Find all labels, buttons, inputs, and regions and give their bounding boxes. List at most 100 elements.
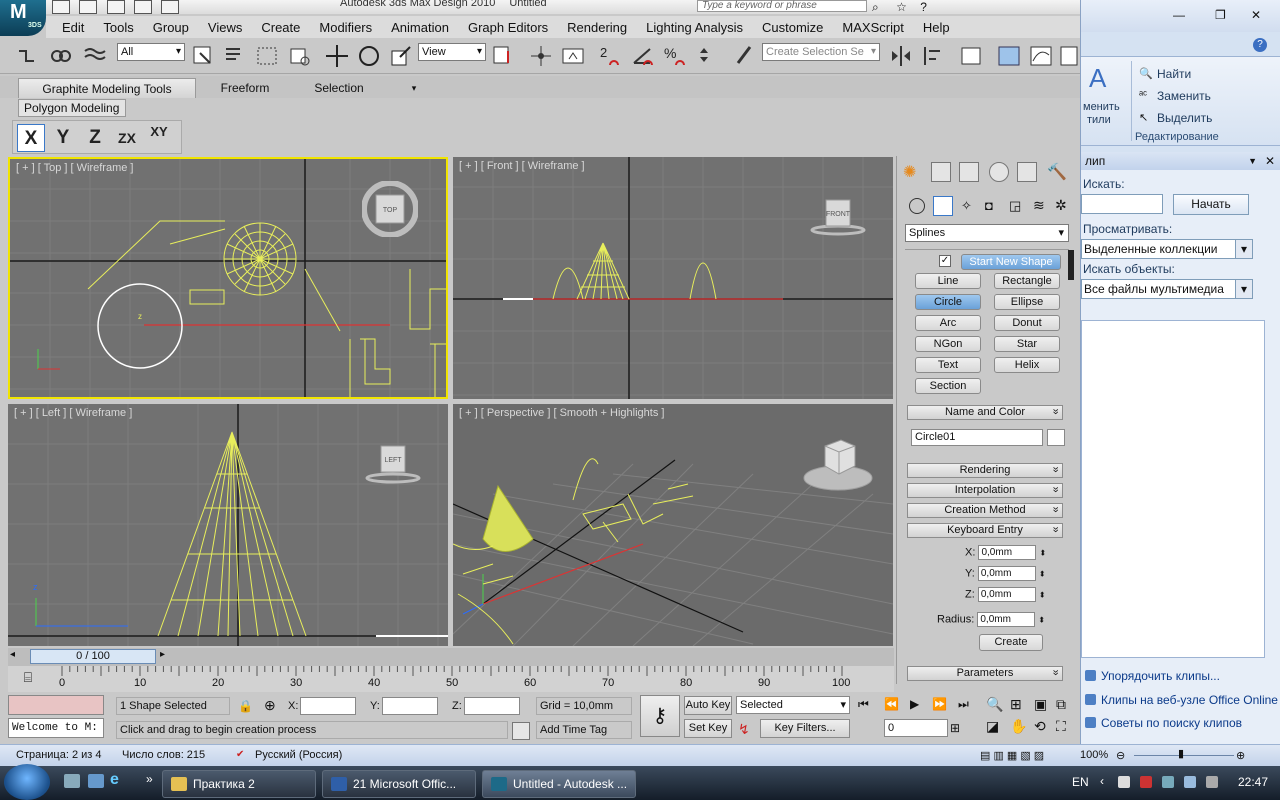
start-button[interactable] xyxy=(4,764,50,800)
viewport-top[interactable]: z [ + ] [ Top ] [ Wireframe ] TOP xyxy=(8,157,448,399)
cameras-icon[interactable]: ◘ xyxy=(985,198,993,213)
text-button[interactable]: Text xyxy=(915,357,981,373)
select-object-icon[interactable] xyxy=(190,43,216,69)
organize-clips-link[interactable]: Упорядочить клипы... xyxy=(1085,669,1220,683)
tab-polygon-modeling[interactable]: Polygon Modeling xyxy=(18,99,126,117)
viewport-front[interactable]: [ + ] [ Front ] [ Wireframe ] FRONT xyxy=(453,157,893,399)
scale-icon[interactable] xyxy=(388,43,414,69)
menu-customize[interactable]: Customize xyxy=(762,20,823,35)
language-indicator[interactable]: Русский (Россия) xyxy=(255,749,342,761)
circle-button[interactable]: Circle xyxy=(915,294,981,310)
constrain-z-button[interactable]: Z xyxy=(81,124,109,152)
viewcube-perspective[interactable] xyxy=(803,432,873,494)
word-help-icon[interactable]: ? xyxy=(1253,38,1267,52)
window-crossing-icon[interactable] xyxy=(286,43,312,69)
spinner-icon[interactable]: ⬍ xyxy=(1040,548,1047,557)
line-button[interactable]: Line xyxy=(915,273,981,289)
styles-label-1[interactable]: менить xyxy=(1083,101,1120,113)
start-new-shape-checkbox[interactable]: ✓ xyxy=(939,255,951,267)
menu-animation[interactable]: Animation xyxy=(391,20,449,35)
open-file-icon[interactable] xyxy=(79,0,98,14)
rendering-rollout[interactable]: Rendering xyxy=(907,463,1063,478)
lights-icon[interactable]: ✧ xyxy=(961,198,972,214)
auto-key-button[interactable]: Auto Key xyxy=(684,696,732,715)
find-button[interactable]: Найти xyxy=(1157,67,1191,81)
spacewarps-icon[interactable]: ≋ xyxy=(1033,197,1045,214)
display-tab-icon[interactable] xyxy=(1017,162,1037,182)
section-button[interactable]: Section xyxy=(915,378,981,394)
go-to-start-icon[interactable]: ⏮ xyxy=(858,697,869,712)
create-tab-icon[interactable]: ✺ xyxy=(903,162,916,182)
zoom-all-icon[interactable]: ⊞ xyxy=(1010,696,1022,713)
select-button[interactable]: Выделить xyxy=(1157,111,1212,125)
view-layout-icons[interactable]: ▤ ▥ ▦ ▧ ▨ xyxy=(980,749,1044,762)
keyboard-radius-field[interactable]: 0,0mm xyxy=(977,612,1036,627)
replace-button[interactable]: Заменить xyxy=(1157,89,1211,103)
close-pane-icon[interactable]: ✕ xyxy=(1265,152,1275,170)
internet-explorer-icon[interactable]: e xyxy=(110,771,119,789)
time-config-icon[interactable]: ⊞ xyxy=(950,721,960,735)
manipulate-icon[interactable] xyxy=(528,43,554,69)
link-icon[interactable] xyxy=(48,43,74,69)
snaps-toggle-icon[interactable]: 2 xyxy=(598,43,624,69)
percent-snap-icon[interactable]: % xyxy=(662,43,688,69)
pivot-center-icon[interactable] xyxy=(490,43,516,69)
key-filter-curve-icon[interactable]: ↯ xyxy=(738,721,750,738)
minimize-icon[interactable]: — xyxy=(1173,8,1185,22)
zoom-extents-icon[interactable]: ▣ xyxy=(1034,696,1047,713)
next-frame-icon[interactable]: ▸ xyxy=(160,649,165,660)
bind-space-warp-icon[interactable] xyxy=(82,43,108,69)
interpolation-rollout[interactable]: Interpolation xyxy=(907,483,1063,498)
selection-filter-dropdown[interactable]: All xyxy=(117,43,185,61)
menu-rendering[interactable]: Rendering xyxy=(567,20,627,35)
prev-frame-icon[interactable]: ◂ xyxy=(10,649,15,660)
show-desktop-icon[interactable] xyxy=(64,774,80,788)
zoom-extents-all-icon[interactable]: ⧉ xyxy=(1056,696,1066,713)
zoom-in-icon[interactable]: ⊕ xyxy=(1236,749,1245,762)
shapes-icon[interactable] xyxy=(933,196,953,216)
rectangular-selection-icon[interactable] xyxy=(254,43,280,69)
redo-icon[interactable] xyxy=(161,0,180,14)
current-frame-field[interactable]: 0 xyxy=(884,719,948,737)
orbit-icon[interactable]: ⟲ xyxy=(1034,718,1046,735)
isolate-selection-icon[interactable] xyxy=(512,722,530,740)
select-by-name-icon[interactable] xyxy=(222,43,248,69)
switch-windows-icon[interactable] xyxy=(88,774,104,788)
modify-tab-icon[interactable] xyxy=(931,162,951,182)
helix-button[interactable]: Helix xyxy=(994,357,1060,373)
viewcube-top[interactable]: TOP xyxy=(361,180,419,238)
edit-named-selection-icon[interactable] xyxy=(732,43,758,69)
named-selection-dropdown[interactable]: Create Selection Se xyxy=(762,43,880,61)
clip-search-tips-link[interactable]: Советы по поиску клипов xyxy=(1084,716,1242,730)
clock[interactable]: 22:47 xyxy=(1238,775,1268,789)
front-viewport-label[interactable]: [ + ] [ Front ] [ Wireframe ] xyxy=(459,160,585,172)
spinner-icon[interactable]: ⬍ xyxy=(1039,590,1046,599)
schematic-view-icon[interactable] xyxy=(1058,43,1078,69)
transform-type-in-icon[interactable]: ⊕ xyxy=(264,697,276,714)
binoculars-icon[interactable]: ⌕ xyxy=(872,0,879,14)
clip-results-area[interactable] xyxy=(1081,320,1265,658)
keyboard-z-field[interactable]: 0,0mm xyxy=(977,587,1036,602)
menu-lighting-analysis[interactable]: Lighting Analysis xyxy=(646,20,743,35)
maxscript-listener-top[interactable] xyxy=(8,695,104,715)
systems-icon[interactable]: ✲ xyxy=(1055,197,1067,214)
coord-y-field[interactable] xyxy=(382,697,438,715)
menu-graph-editors[interactable]: Graph Editors xyxy=(468,20,548,35)
spinner-snap-icon[interactable] xyxy=(694,43,720,69)
constrain-xy-button[interactable]: XY xyxy=(145,124,173,152)
keyboard-x-field[interactable]: 0,0mm xyxy=(978,545,1037,560)
object-name-field[interactable]: Circle01 xyxy=(911,429,1043,446)
undo-toolbar-icon[interactable] xyxy=(14,43,40,69)
keyboard-y-field[interactable]: 0,0mm xyxy=(977,566,1036,581)
command-panel-scrollbar[interactable] xyxy=(1068,250,1074,280)
pan-view-icon[interactable]: ✋ xyxy=(1010,718,1027,735)
curve-editor-icon[interactable] xyxy=(1028,43,1054,69)
menu-create[interactable]: Create xyxy=(261,20,300,35)
start-new-shape-button[interactable]: Start New Shape xyxy=(961,254,1061,270)
zoom-icon[interactable]: 🔍 xyxy=(986,696,1003,713)
zoom-out-icon[interactable]: ⊖ xyxy=(1116,749,1125,762)
perspective-viewport-label[interactable]: [ + ] [ Perspective ] [ Smooth + Highlig… xyxy=(459,407,664,419)
zoom-level[interactable]: 100% xyxy=(1080,749,1108,761)
add-time-tag[interactable]: Add Time Tag xyxy=(536,721,632,739)
key-mode-dropdown[interactable]: Selected ▾ xyxy=(736,696,850,714)
